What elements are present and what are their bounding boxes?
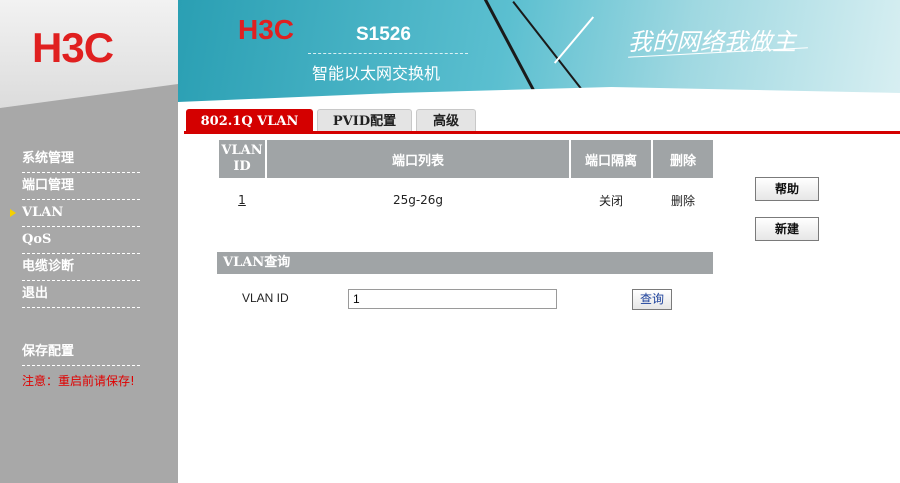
vlan-table: VLAN ID 端口列表 端口隔离 删除 1 25g-26g 关闭 删除 xyxy=(217,140,715,222)
sidebar: H3C 系统管理 端口管理 VLAN QoS 电缆诊断 退出 保存配置 注意：重… xyxy=(0,0,178,483)
vlan-query-header: VLAN查询 xyxy=(217,252,713,274)
sidebar-item-label: VLAN xyxy=(22,205,64,220)
help-button[interactable]: 帮助 xyxy=(755,177,819,201)
header-banner: H3C S1526 智能以太网交换机 我的网络我做主 xyxy=(178,0,900,108)
save-config-link[interactable]: 保存配置 xyxy=(22,341,140,366)
sidebar-item-logout[interactable]: 退出 xyxy=(22,281,140,308)
tab-8021q-vlan[interactable]: 802.1Q VLAN xyxy=(186,109,313,133)
h3c-logo: H3C xyxy=(32,24,114,71)
tab-pvid-config[interactable]: PVID配置 xyxy=(317,109,412,133)
port-list-cell: 25g-26g xyxy=(392,193,444,207)
arrow-right-icon xyxy=(10,209,16,217)
new-button[interactable]: 新建 xyxy=(755,217,819,241)
save-notice: 注意：重启前请保存! xyxy=(22,374,135,388)
tab-advanced[interactable]: 高级 xyxy=(416,109,476,133)
column-header-vlan-id: VLAN ID xyxy=(219,140,265,178)
sidebar-item-label: 退出 xyxy=(22,286,49,301)
column-header-isolation: 端口隔离 xyxy=(571,140,651,178)
sidebar-item-qos[interactable]: QoS xyxy=(22,227,140,254)
sidebar-item-system[interactable]: 系统管理 xyxy=(22,146,140,173)
tab-underline xyxy=(184,131,900,134)
sidebar-item-ports[interactable]: 端口管理 xyxy=(22,173,140,200)
sidebar-nav: 系统管理 端口管理 VLAN QoS 电缆诊断 退出 xyxy=(10,146,140,308)
decorative-line xyxy=(512,1,582,89)
column-header-delete: 删除 xyxy=(653,140,713,178)
sidebar-item-label: 系统管理 xyxy=(22,151,75,166)
vlan-id-label: VLAN ID xyxy=(242,291,289,305)
decorative-line xyxy=(482,0,537,95)
banner-divider xyxy=(308,53,468,54)
sidebar-item-label: 端口管理 xyxy=(22,178,75,193)
column-header-port-list: 端口列表 xyxy=(267,140,569,178)
sidebar-item-label: 电缆诊断 xyxy=(22,259,75,274)
table-row: 1 25g-26g 关闭 删除 xyxy=(219,178,713,222)
banner-subtitle: 智能以太网交换机 xyxy=(312,64,441,83)
delete-link[interactable]: 删除 xyxy=(671,194,695,208)
sidebar-item-vlan[interactable]: VLAN xyxy=(10,200,140,227)
vlan-id-input[interactable] xyxy=(348,289,557,309)
banner-curve xyxy=(178,87,900,108)
banner-model: S1526 xyxy=(356,24,411,45)
decorative-line xyxy=(553,16,595,64)
table-header-row: VLAN ID 端口列表 端口隔离 删除 xyxy=(219,140,713,178)
vlan-id-link[interactable]: 1 xyxy=(238,193,246,207)
query-button[interactable]: 查询 xyxy=(632,289,672,310)
sidebar-item-label: QoS xyxy=(22,232,52,247)
sidebar-item-cable-diagnostics[interactable]: 电缆诊断 xyxy=(22,254,140,281)
banner-brand: H3C xyxy=(238,14,295,45)
isolation-cell: 关闭 xyxy=(598,193,623,208)
